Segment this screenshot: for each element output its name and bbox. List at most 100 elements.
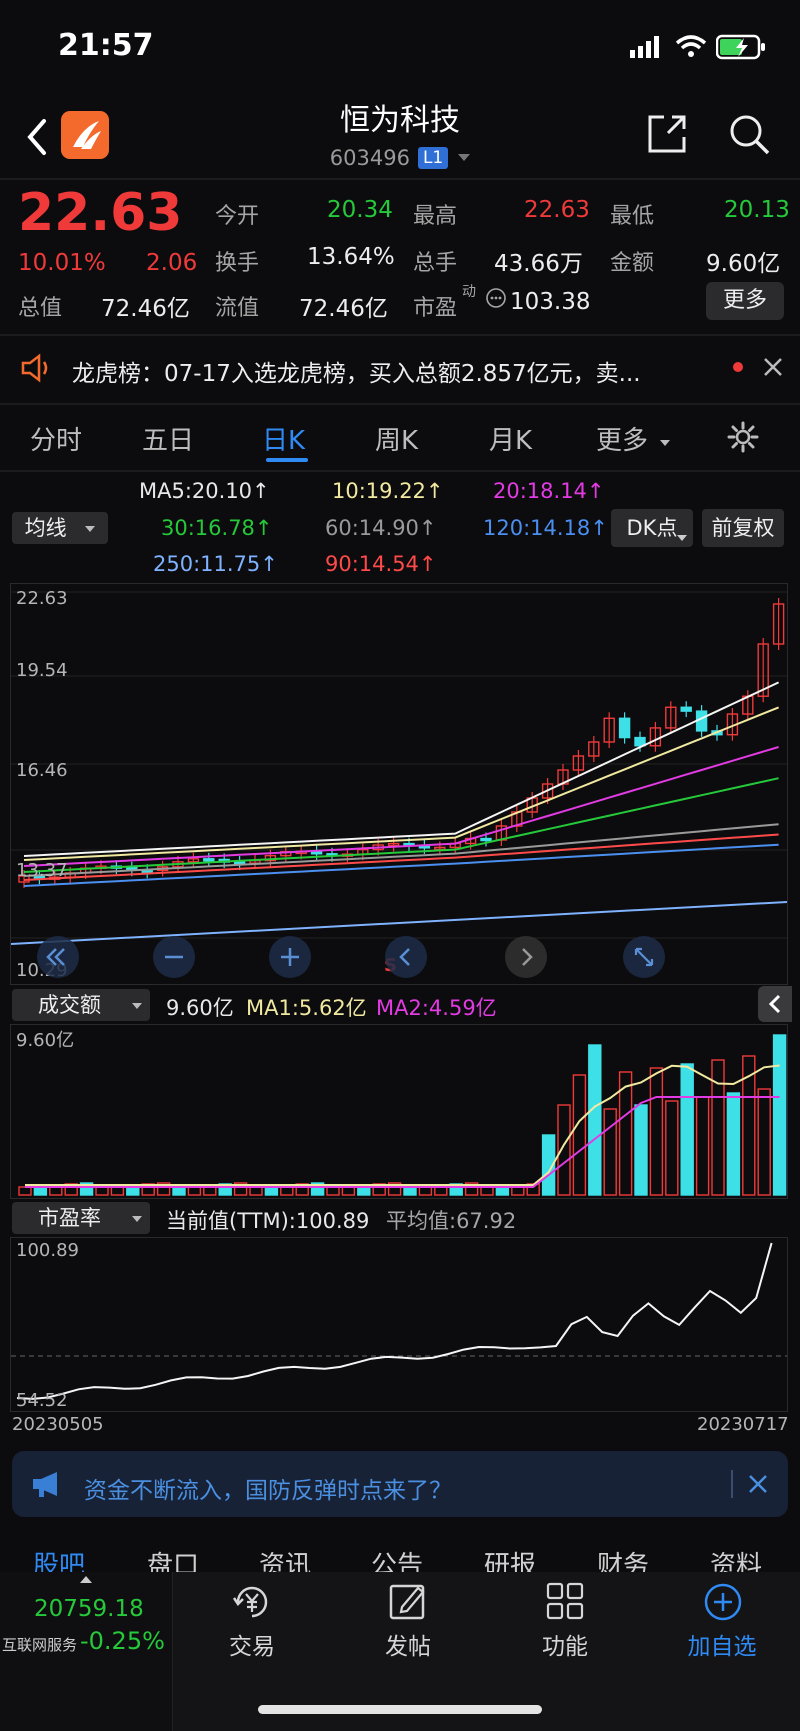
pe-average: 平均值:67.92 [386, 1209, 517, 1233]
tab-intraday[interactable]: 分时 [30, 420, 82, 457]
status-bar: 21:57 [0, 0, 800, 90]
level-badge: L1 [417, 147, 449, 169]
divider [0, 334, 800, 336]
candle-body [480, 837, 492, 842]
volume-bar [757, 1088, 771, 1196]
zoom-in-icon[interactable] [268, 935, 312, 979]
volume-indicator-selector[interactable]: 成交额 [12, 989, 150, 1021]
pe-label: 市盈 [413, 296, 458, 321]
indicator-selector-label: 均线 [24, 516, 67, 540]
chevron-left-icon [768, 994, 781, 1014]
volume-bar [249, 1186, 263, 1196]
promo-text[interactable]: 资金不断流入，国防反弹时点来了？ [84, 1471, 452, 1505]
kline-y-label: 22.63 [16, 588, 68, 609]
home-indicator [258, 1705, 542, 1714]
pe-panel[interactable] [10, 1237, 788, 1412]
indicator-selector[interactable]: 均线 [12, 512, 108, 544]
signal-icon [630, 36, 659, 58]
tab-more[interactable]: 更多 [596, 420, 648, 457]
kline-y-label: 19.54 [16, 660, 68, 681]
rewind-icon[interactable] [36, 935, 80, 979]
volume-bar [557, 1104, 571, 1196]
volume-label: 总手 [413, 251, 458, 276]
divider [0, 470, 800, 472]
search-icon[interactable] [728, 113, 772, 157]
current-price: 22.63 [18, 183, 183, 243]
kline-y-label: 16.46 [16, 760, 68, 781]
fullscreen-icon[interactable] [622, 935, 666, 979]
collapse-panel-button[interactable] [758, 986, 792, 1022]
volume-bar [572, 1074, 587, 1196]
volume-current: 9.60亿 [166, 996, 234, 1020]
volume-value: 43.66万 [494, 251, 583, 277]
chevron-down-icon [677, 535, 687, 541]
unread-dot [733, 362, 743, 372]
kline-chart [10, 591, 788, 945]
ma120-value: 120:14.18↑ [483, 516, 608, 540]
chevron-down-icon [85, 526, 96, 532]
compose-icon[interactable] [388, 1580, 428, 1622]
nav-trade-label[interactable]: 交易 [192, 1627, 312, 1661]
close-icon[interactable] [748, 1474, 768, 1494]
mktcap-value: 72.46亿 [101, 296, 190, 322]
pe-line [16, 1242, 773, 1400]
tab-daily-k[interactable]: 日K [262, 420, 305, 457]
change-percent: 10.01% [18, 250, 106, 276]
nav-post-label[interactable]: 发帖 [348, 1627, 468, 1661]
volume-bar [649, 1067, 664, 1196]
news-text[interactable]: 龙虎榜：07-17入选龙虎榜，买入总额2.857亿元，卖... [72, 354, 641, 388]
volume-bar [695, 1096, 710, 1196]
more-button[interactable]: 更多 [706, 282, 784, 320]
ma60-value: 60:14.90↑ [325, 516, 437, 540]
trade-yen-icon[interactable] [230, 1582, 274, 1622]
float-value: 72.46亿 [299, 296, 388, 322]
volume-ma1: MA1:5.62亿 [246, 996, 367, 1020]
pe-chart [11, 1242, 787, 1400]
info-icon[interactable] [485, 287, 507, 309]
nav-add-watchlist-label[interactable]: 加自选 [662, 1627, 782, 1661]
grid-icon[interactable] [546, 1582, 584, 1620]
turnover-label: 换手 [215, 251, 260, 276]
ma30-value: 30:16.78↑ [161, 516, 273, 540]
close-icon[interactable] [762, 356, 784, 378]
pe-y-bottom: 54.52 [16, 1390, 68, 1411]
scroll-left-icon[interactable] [384, 935, 428, 979]
chevron-up-icon [80, 1576, 92, 1583]
mktcap-label: 总值 [18, 296, 63, 321]
chevron-down-icon [458, 154, 471, 161]
tab-monthly-k[interactable]: 月K [489, 420, 532, 457]
add-watchlist-icon[interactable] [703, 1582, 743, 1622]
nav-functions-label[interactable]: 功能 [505, 1627, 625, 1661]
low-label: 最低 [610, 204, 655, 229]
megaphone-icon [33, 1472, 57, 1497]
tab-weekly-k[interactable]: 周K [375, 420, 418, 457]
volume-panel[interactable] [10, 1024, 788, 1199]
scroll-right-icon[interactable] [504, 935, 548, 979]
open-label: 今开 [215, 204, 260, 229]
volume-ma2: MA2:4.59亿 [376, 996, 497, 1020]
volume-bar [480, 1186, 494, 1196]
divider [0, 178, 800, 180]
volume-bar [680, 1063, 694, 1196]
dk-point-button[interactable]: DK点 [611, 509, 693, 547]
wifi-icon [675, 35, 707, 57]
kline-y-label: 13.37 [16, 860, 68, 881]
change-amount: 2.06 [146, 250, 198, 276]
tab-five-day[interactable]: 五日 [142, 420, 194, 457]
volume-bar [665, 1100, 679, 1196]
volume-chart [18, 1034, 787, 1196]
open-value: 20.34 [327, 197, 393, 223]
price-adjust-button[interactable]: 前复权 [702, 509, 784, 547]
clock: 21:57 [58, 28, 154, 63]
volume-bar [726, 1092, 741, 1196]
share-icon[interactable] [646, 113, 688, 155]
zoom-out-icon[interactable] [152, 935, 196, 979]
settings-gear-icon[interactable] [726, 420, 760, 454]
pe-indicator-selector[interactable]: 市盈率 [12, 1202, 150, 1234]
kline-panel[interactable] [10, 583, 788, 985]
high-label: 最高 [413, 204, 458, 229]
volume-bar [772, 1034, 787, 1196]
pe-x-start: 20230505 [12, 1414, 104, 1435]
volume-bar [18, 1186, 32, 1196]
ma10-value: 10:19.22↑ [332, 479, 444, 503]
